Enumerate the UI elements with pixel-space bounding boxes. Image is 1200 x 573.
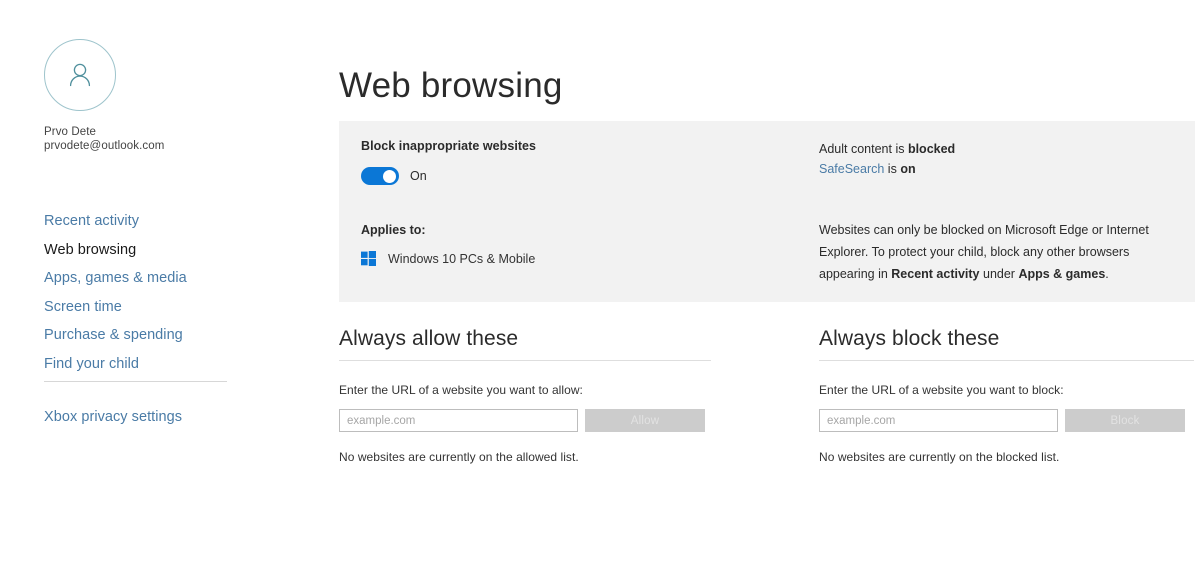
block-button[interactable]: Block [1065, 409, 1185, 432]
profile-name: Prvo Dete [44, 126, 97, 138]
safesearch-link[interactable]: SafeSearch [819, 162, 884, 176]
platform-row: Windows 10 PCs & Mobile [361, 251, 761, 266]
sidebar-item-apps-games-media[interactable]: Apps, games & media [44, 264, 284, 293]
block-inappropriate-websites-label: Block inappropriate websites [361, 139, 537, 153]
always-allow-empty-message: No websites are currently on the allowed… [339, 450, 579, 464]
sidebar-nav: Recent activity Web browsing Apps, games… [44, 207, 284, 379]
always-block-title: Always block these [819, 327, 1000, 350]
safesearch-value: on [900, 162, 916, 176]
browser-note-part2: under [979, 267, 1019, 281]
toggle-knob [383, 169, 396, 183]
always-allow-title: Always allow these [339, 327, 519, 350]
always-block-section: Always block these Enter the URL of a we… [819, 326, 1194, 476]
platform-label: Windows 10 PCs & Mobile [388, 251, 536, 266]
always-block-rule [819, 360, 1194, 361]
windows-logo-icon [361, 251, 376, 266]
adult-content-status: Adult content is blocked [819, 139, 1181, 159]
allow-button[interactable]: Allow [585, 409, 705, 432]
info-panel-left-column: Block inappropriate websites On Applies … [361, 139, 761, 266]
always-allow-section: Always allow these Enter the URL of a we… [339, 326, 711, 476]
sidebar-divider [44, 381, 227, 382]
allow-url-input[interactable] [339, 409, 578, 432]
browser-note: Websites can only be blocked on Microsof… [819, 219, 1181, 285]
toggle-state-label: On [410, 169, 427, 183]
sidebar-item-web-browsing[interactable]: Web browsing [44, 236, 284, 265]
always-allow-entry-row: Allow [339, 409, 711, 432]
block-inappropriate-websites-row: On [361, 167, 761, 185]
profile-email: prvodete@outlook.com [44, 140, 165, 152]
sidebar-item-screen-time[interactable]: Screen time [44, 293, 284, 322]
info-panel: Block inappropriate websites On Applies … [339, 121, 1195, 302]
always-allow-prompt: Enter the URL of a website you want to a… [339, 383, 583, 397]
applies-to-label: Applies to: [361, 223, 426, 237]
always-block-prompt: Enter the URL of a website you want to b… [819, 383, 1064, 397]
sidebar: Prvo Dete prvodete@outlook.com Recent ac… [0, 0, 339, 573]
block-inappropriate-websites-toggle[interactable] [361, 167, 399, 185]
adult-content-value: blocked [907, 142, 956, 156]
block-url-input[interactable] [819, 409, 1058, 432]
sidebar-item-find-your-child[interactable]: Find your child [44, 350, 284, 379]
always-allow-rule [339, 360, 711, 361]
info-panel-right-column: Adult content is blocked SafeSearch is o… [819, 139, 1181, 285]
browser-note-bold2: Apps & games [1018, 267, 1106, 281]
avatar [44, 39, 118, 113]
sidebar-item-xbox-privacy-settings[interactable]: Xbox privacy settings [44, 403, 182, 432]
adult-content-prefix: Adult content is [819, 142, 908, 156]
avatar-circle [44, 39, 116, 111]
always-block-empty-message: No websites are currently on the blocked… [819, 450, 1060, 464]
page-title: Web browsing [339, 66, 563, 106]
sidebar-item-recent-activity[interactable]: Recent activity [44, 207, 284, 236]
browser-note-bold1: Recent activity [891, 267, 980, 281]
sidebar-nav-secondary: Xbox privacy settings [44, 403, 182, 432]
browser-note-part3: . [1105, 267, 1109, 281]
safesearch-status: SafeSearch is on [819, 159, 1181, 179]
always-block-entry-row: Block [819, 409, 1194, 432]
safesearch-middle: is [884, 162, 901, 176]
main-content: Web browsing Block inappropriate website… [339, 0, 1200, 573]
sidebar-item-purchase-spending[interactable]: Purchase & spending [44, 321, 284, 350]
person-avatar-icon [63, 58, 97, 92]
